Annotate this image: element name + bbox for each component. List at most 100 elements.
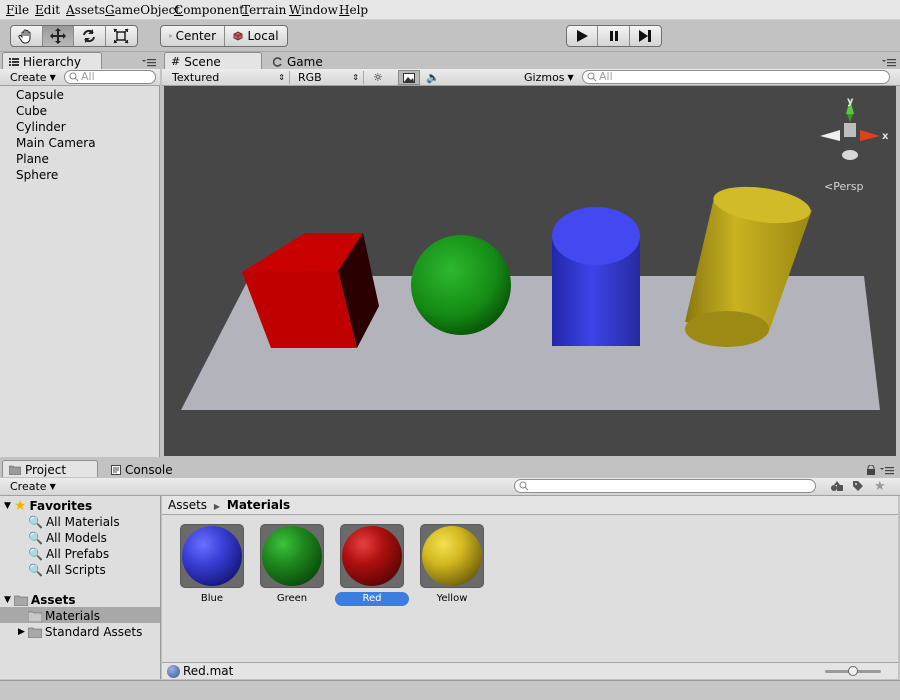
hierarchy-item-main-camera[interactable]: Main Camera [0,135,159,151]
material-preview-sphere [422,526,482,586]
scale-tool-button[interactable] [106,26,137,46]
project-folder-tree: ▼ ★ Favorites 🔍 All Materials 🔍 All Mode… [0,496,161,679]
favorite-item-all-prefabs[interactable]: 🔍 All Prefabs [28,546,109,562]
menu-help[interactable]: Help [339,3,368,17]
folder-standard-assets[interactable]: ▶ Standard Assets [18,624,142,640]
star-icon: ★ [13,498,27,514]
tab-game-label: Game [287,54,323,69]
scene-search-input[interactable]: All [582,70,890,84]
hierarchy-item-cube[interactable]: Cube [0,103,159,119]
search-icon [519,481,529,491]
project-create-dropdown[interactable]: Create ▼ [10,480,56,493]
hierarchy-tabbar: Hierarchy [0,52,160,69]
menu-file[interactable]: File [6,3,29,17]
transform-tools [10,25,138,47]
slider-thumb[interactable] [848,666,858,676]
hierarchy-item-capsule[interactable]: Capsule [0,87,159,103]
create-label: Create [10,480,47,493]
material-asset-yellow[interactable]: Yellow [415,524,489,606]
hierarchy-item-plane[interactable]: Plane [0,151,159,167]
gizmos-dropdown[interactable]: Gizmos ▼ [524,71,574,84]
lock-icon[interactable] [866,464,876,478]
updown-arrow-icon: ⇕ [278,73,285,82]
assets-root-row[interactable]: ▼ Assets [4,592,76,608]
tab-scene[interactable]: # Scene [164,52,262,69]
folder-icon [27,627,42,638]
console-icon [111,464,121,475]
breadcrumb-root[interactable]: Assets [168,498,207,512]
tab-game[interactable]: Game [266,52,346,69]
tab-project[interactable]: Project [2,460,98,477]
step-button[interactable] [630,26,661,46]
hierarchy-item-sphere[interactable]: Sphere [0,167,159,183]
move-tool-button[interactable] [42,26,74,46]
tab-console[interactable]: Console [104,460,184,477]
project-tabbar: Project Console [0,460,900,477]
pivot-center-label: Center [175,29,216,43]
collapse-arrow-icon: ▼ [4,595,11,605]
rotate-icon [83,29,96,43]
favorite-item-all-scripts[interactable]: 🔍 All Scripts [28,562,106,578]
pivot-local-button[interactable]: Local [225,26,287,46]
menu-gameobject[interactable]: GameObject [105,3,180,17]
hierarchy-create-dropdown[interactable]: Create ▼ [10,71,56,84]
pause-icon [609,31,618,41]
lighting-toggle[interactable]: ☼ [373,71,383,84]
menu-component[interactable]: Component [174,3,244,17]
image-effects-toggle[interactable] [398,70,420,85]
status-bar [0,680,900,700]
center-pivot-icon [169,34,172,38]
menu-assets[interactable]: Assets [66,3,105,17]
menu-bar: File Edit Assets GameObject Component Te… [0,0,900,20]
updown-arrow-icon: ⇕ [352,73,359,82]
favorite-star-icon[interactable]: ★ [874,479,886,494]
menu-window[interactable]: Window [289,3,338,17]
hierarchy-search-input[interactable]: All [64,70,156,84]
filter-by-type-icon[interactable] [830,480,844,495]
favorites-row[interactable]: ▼ ★ Favorites [4,498,92,514]
gizmo-x-label: x [882,131,889,142]
tab-hierarchy[interactable]: Hierarchy [2,52,102,69]
toolbar: Center Local [0,20,900,52]
scene-viewport[interactable]: y x <Persp [164,86,896,456]
material-asset-blue[interactable]: Blue [175,524,249,606]
selected-file-label: Red.mat [183,664,234,678]
move-arrows-icon [49,28,66,44]
rotate-tool-button[interactable] [74,26,106,46]
pivot-local-label: Local [247,29,279,43]
menu-edit[interactable]: Edit [35,3,60,17]
menu-terrain[interactable]: Terrain [242,3,286,17]
hierarchy-item-cylinder[interactable]: Cylinder [0,119,159,135]
material-asset-green[interactable]: Green [255,524,329,606]
hand-icon [18,29,31,44]
material-thumbnail [260,524,324,588]
breadcrumb-current[interactable]: Materials [227,498,290,512]
favorite-item-all-materials[interactable]: 🔍 All Materials [28,514,120,530]
favorite-item-all-models[interactable]: 🔍 All Models [28,530,107,546]
project-search-input[interactable] [514,479,816,493]
material-asset-red[interactable]: Red [335,524,409,606]
dropdown-arrow-icon: ▼ [49,73,56,82]
filter-by-label-icon[interactable] [852,480,864,495]
local-cube-icon [233,31,243,41]
scene-tabbar: # Scene Game [162,52,900,69]
folder-materials[interactable]: Materials [28,608,100,624]
dropdown-arrow-icon: ▼ [49,482,56,491]
color-mode-dropdown[interactable]: RGB ⇕ [298,71,364,84]
play-button[interactable] [567,26,599,46]
grid-icon: # [171,55,181,68]
orientation-gizmo[interactable] [820,99,880,160]
pause-button[interactable] [598,26,630,46]
gizmos-label: Gizmos [524,71,565,84]
persp-chevron-icon: < [824,180,834,193]
pivot-center-button[interactable]: Center [161,26,225,46]
expand-arrow-icon: ▶ [18,627,25,637]
panel-menu-icon[interactable] [880,465,894,478]
audio-toggle[interactable]: 🔈 [426,71,440,84]
hand-tool-button[interactable] [11,26,43,46]
project-asset-panel: Assets ▶ Materials Blue Green Red Yellow [162,496,898,662]
material-thumbnail [420,524,484,588]
render-mode-dropdown[interactable]: Textured ⇕ [172,71,290,84]
search-icon: 🔍 [28,563,43,577]
persp-toggle[interactable]: <Persp [824,180,863,193]
